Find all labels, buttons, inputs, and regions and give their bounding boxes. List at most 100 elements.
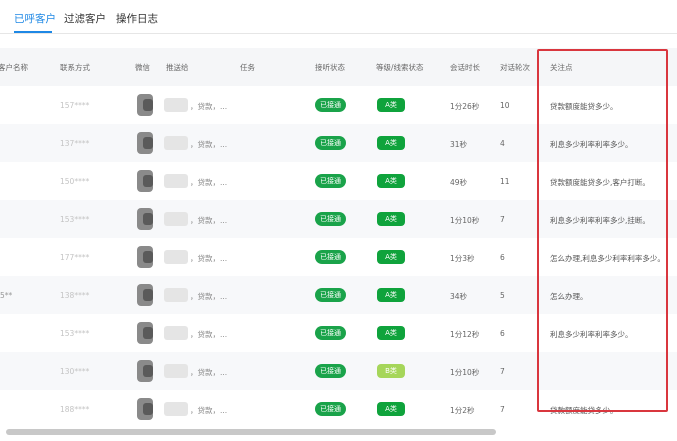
push-target: ，贷款，... <box>190 140 228 149</box>
dialogue-turns: 6 <box>500 253 505 262</box>
level-badge: A类 <box>377 288 405 302</box>
connect-status-badge: 已接通 <box>315 326 346 340</box>
tab-filtered-customers[interactable]: 过滤客户 <box>64 11 106 26</box>
connect-status-badge: 已接通 <box>315 250 346 264</box>
push-target: ，贷款，... <box>190 216 228 225</box>
level-badge: A类 <box>377 136 405 150</box>
customer-phone: 137**** <box>60 139 90 148</box>
dialogue-turns: 5 <box>500 291 505 300</box>
wechat-avatar <box>135 208 155 230</box>
push-target: ，贷款，... <box>190 368 228 377</box>
dialogue-turns: 11 <box>500 177 510 186</box>
header-push: 推送给 <box>166 63 189 72</box>
customer-phone: 138**** <box>60 291 90 300</box>
call-duration: 49秒 <box>450 178 468 187</box>
level-badge: A类 <box>377 250 405 264</box>
call-duration: 31秒 <box>450 140 468 149</box>
focus-point: 利息多少利率利率多少。 <box>550 140 633 149</box>
push-avatar <box>164 136 188 150</box>
level-badge: A类 <box>377 98 405 112</box>
level-badge: A类 <box>377 402 405 416</box>
dialogue-turns: 10 <box>500 101 510 110</box>
call-duration: 1分12秒 <box>450 330 480 339</box>
call-duration: 34秒 <box>450 292 468 301</box>
table-row[interactable]: 150**** ，贷款，... 已接通 A类 49秒 11 贷款额度能贷多少,客户打断。 <box>0 162 677 200</box>
connect-status-badge: 已接通 <box>315 212 346 226</box>
call-duration: 1分10秒 <box>450 216 480 225</box>
header-wechat: 微信 <box>135 63 150 72</box>
customer-phone: 177**** <box>60 253 90 262</box>
push-avatar <box>164 288 188 302</box>
tab-operation-log[interactable]: 操作日志 <box>116 11 158 26</box>
level-badge: A类 <box>377 326 405 340</box>
call-duration: 1分2秒 <box>450 406 475 415</box>
header-level: 等级/线索状态 <box>376 63 424 72</box>
wechat-avatar <box>135 322 155 344</box>
focus-point: 利息多少利率利率多少,挂断。 <box>550 216 650 225</box>
focus-point: 怎么办理,利息多少利率利率多少。 <box>550 254 665 263</box>
push-avatar <box>164 174 188 188</box>
header-connect-status: 接听状态 <box>315 63 345 72</box>
push-avatar <box>164 364 188 378</box>
push-target: ，贷款，... <box>190 406 228 415</box>
header-focus: 关注点 <box>550 63 573 72</box>
push-avatar <box>164 402 188 416</box>
focus-point: 贷款额度能贷多少,客户打断。 <box>550 178 650 187</box>
horizontal-scrollbar[interactable] <box>6 429 496 435</box>
customer-phone: 157**** <box>60 101 90 110</box>
call-duration: 1分3秒 <box>450 254 475 263</box>
customer-phone: 150**** <box>60 177 90 186</box>
table-row[interactable]: 5** 138**** ，贷款，... 已接通 A类 34秒 5 怎么办理。 <box>0 276 677 314</box>
dialogue-turns: 6 <box>500 329 505 338</box>
connect-status-badge: 已接通 <box>315 174 346 188</box>
dialogue-turns: 7 <box>500 405 505 414</box>
customer-phone: 153**** <box>60 215 90 224</box>
focus-point: 怎么办理。 <box>550 292 588 301</box>
table-row[interactable]: 153**** ，贷款，... 已接通 A类 1分10秒 7 利息多少利率利率多少,挂断。 <box>0 200 677 238</box>
customer-phone: 153**** <box>60 329 90 338</box>
wechat-avatar <box>135 398 155 420</box>
push-target: ，贷款，... <box>190 178 228 187</box>
wechat-avatar <box>135 132 155 154</box>
table-row[interactable]: 130**** ，贷款，... 已接通 B类 1分10秒 7 <box>0 352 677 390</box>
call-duration: 1分10秒 <box>450 368 480 377</box>
table-row[interactable]: 137**** ，贷款，... 已接通 A类 31秒 4 利息多少利率利率多少。 <box>0 124 677 162</box>
wechat-avatar <box>135 94 155 116</box>
connect-status-badge: 已接通 <box>315 402 346 416</box>
push-target: ，贷款，... <box>190 292 228 301</box>
wechat-avatar <box>135 170 155 192</box>
call-duration: 1分26秒 <box>450 102 480 111</box>
customer-phone: 188**** <box>60 405 90 414</box>
customer-name: 5** <box>0 291 13 300</box>
connect-status-badge: 已接通 <box>315 364 346 378</box>
push-target: ，贷款，... <box>190 102 228 111</box>
customer-table: 客户名称 联系方式 微信 推送给 任务 接听状态 等级/线索状态 会话时长 对话… <box>0 48 677 428</box>
push-avatar <box>164 98 188 112</box>
tab-bar: 已呼客户 过滤客户 操作日志 <box>0 0 677 34</box>
header-name: 客户名称 <box>0 63 28 72</box>
focus-point: 利息多少利率利率多少。 <box>550 330 633 339</box>
level-badge: A类 <box>377 212 405 226</box>
focus-point: 贷款额度能贷多少。 <box>550 102 618 111</box>
push-target: ，贷款，... <box>190 330 228 339</box>
dialogue-turns: 7 <box>500 215 505 224</box>
header-task: 任务 <box>240 63 255 72</box>
wechat-avatar <box>135 246 155 268</box>
level-badge: B类 <box>377 364 405 378</box>
wechat-avatar <box>135 284 155 306</box>
table-row[interactable]: 188**** ，贷款，... 已接通 A类 1分2秒 7 贷款额度能贷多少。 <box>0 390 677 428</box>
table-row[interactable]: 153**** ，贷款，... 已接通 A类 1分12秒 6 利息多少利率利率多少。 <box>0 314 677 352</box>
table-row[interactable]: 157**** ，贷款，... 已接通 A类 1分26秒 10 贷款额度能贷多少。 <box>0 86 677 124</box>
active-tab-indicator <box>14 31 52 33</box>
focus-point: 贷款额度能贷多少。 <box>550 406 618 415</box>
table-row[interactable]: 177**** ，贷款，... 已接通 A类 1分3秒 6 怎么办理,利息多少利率利率多少。 <box>0 238 677 276</box>
connect-status-badge: 已接通 <box>315 98 346 112</box>
tab-called-customers[interactable]: 已呼客户 <box>14 11 56 26</box>
customer-phone: 130**** <box>60 367 90 376</box>
header-turns: 对话轮次 <box>500 63 530 72</box>
connect-status-badge: 已接通 <box>315 288 346 302</box>
push-avatar <box>164 212 188 226</box>
push-target: ，贷款，... <box>190 254 228 263</box>
connect-status-badge: 已接通 <box>315 136 346 150</box>
dialogue-turns: 7 <box>500 367 505 376</box>
